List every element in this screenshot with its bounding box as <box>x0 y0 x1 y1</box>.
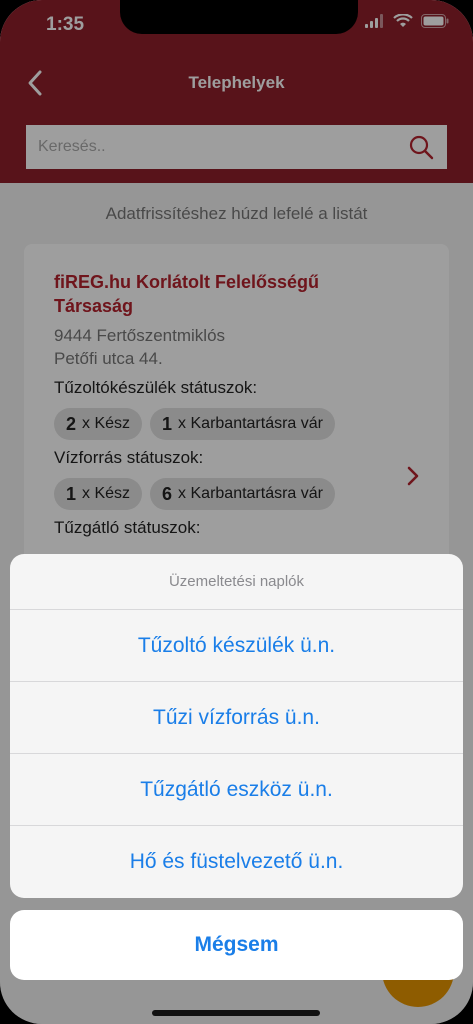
phone-screen: 1:35 Telephelyek Keresés.. Adatfrissítés… <box>0 0 473 1024</box>
action-water-source-log[interactable]: Tűzi vízforrás ü.n. <box>10 682 463 754</box>
cancel-button[interactable]: Mégsem <box>10 910 463 980</box>
action-extinguisher-log[interactable]: Tűzoltó készülék ü.n. <box>10 610 463 682</box>
action-sheet-title: Üzemeltetési naplók <box>10 554 463 610</box>
action-sheet: Üzemeltetési naplók Tűzoltó készülék ü.n… <box>10 554 463 898</box>
action-smoke-vent-log[interactable]: Hő és füstelvezető ü.n. <box>10 826 463 898</box>
home-indicator <box>152 1010 320 1016</box>
action-fire-barrier-log[interactable]: Tűzgátló eszköz ü.n. <box>10 754 463 826</box>
